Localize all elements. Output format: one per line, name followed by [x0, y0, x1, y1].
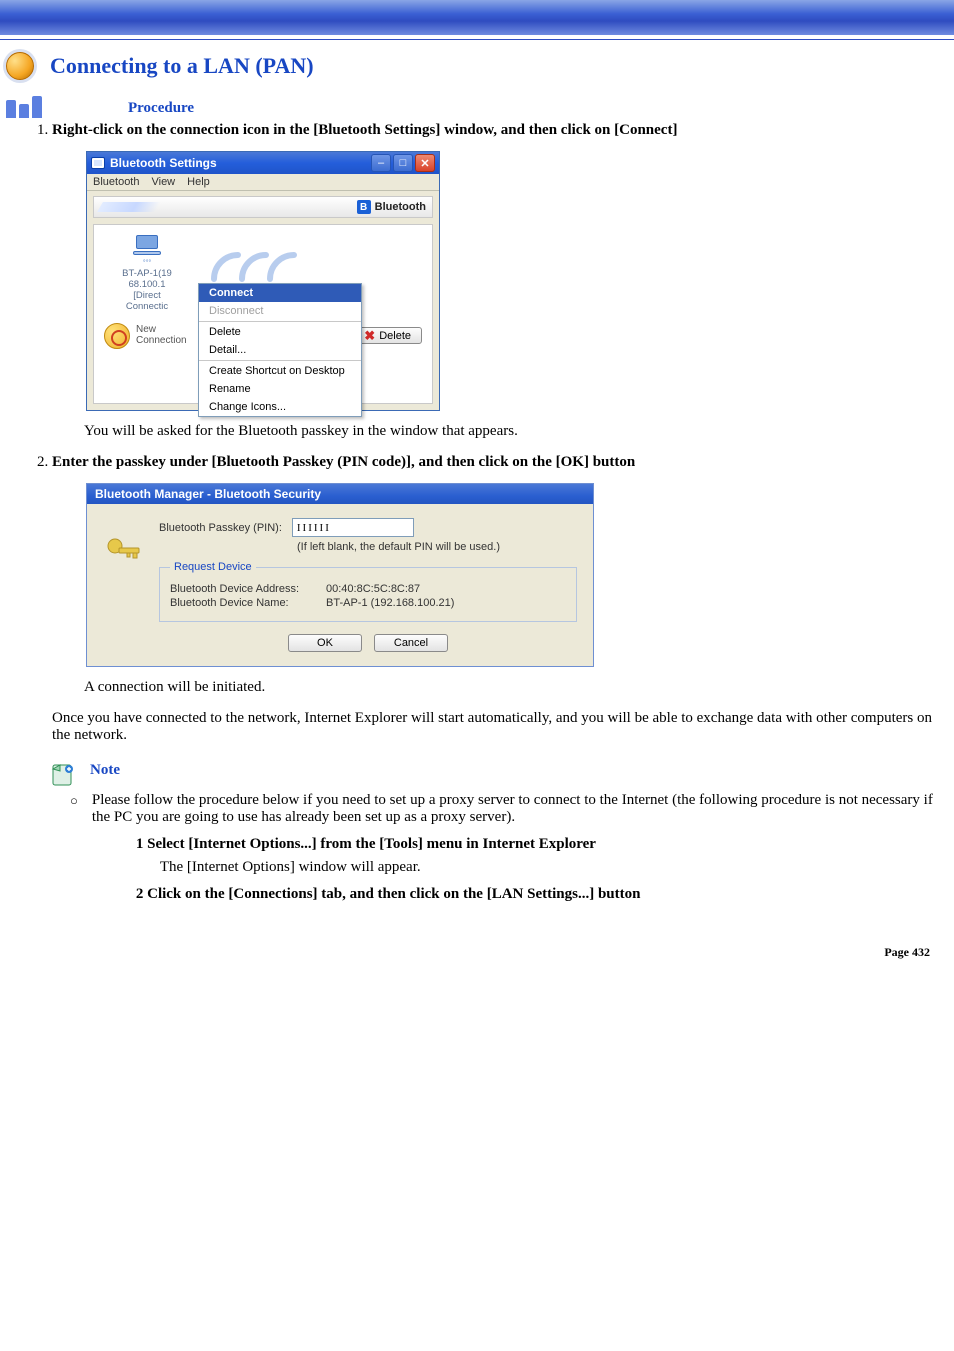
- ctx-change-icons[interactable]: Change Icons...: [199, 398, 361, 416]
- step-1-after-text: You will be asked for the Bluetooth pass…: [84, 423, 954, 440]
- ctx-disconnect: Disconnect: [199, 302, 361, 320]
- new-connection-icon: [104, 323, 130, 349]
- ctx-delete[interactable]: Delete: [199, 323, 361, 341]
- divider: [0, 39, 954, 40]
- request-device-legend: Request Device: [170, 561, 256, 573]
- step-2-after-text: A connection will be initiated.: [84, 679, 954, 696]
- request-device-group: Request Device Bluetooth Device Address:…: [159, 561, 577, 622]
- pin-label: Bluetooth Passkey (PIN):: [159, 522, 282, 534]
- key-icon: [103, 532, 143, 572]
- menu-bluetooth[interactable]: Bluetooth: [93, 176, 139, 188]
- device-area: ◦◦◦ BT-AP-1(19 68.100.1 [Direct Connecti…: [93, 224, 433, 404]
- ok-button[interactable]: OK: [288, 634, 362, 652]
- delete-x-icon: ✖: [364, 329, 375, 342]
- step-1-head: Right-click on the connection icon in th…: [52, 122, 954, 139]
- dialog-title: Bluetooth Manager - Bluetooth Security: [87, 484, 593, 504]
- note-icon: [50, 762, 76, 788]
- new-connection-button[interactable]: NewConnection: [104, 323, 187, 349]
- ctx-rename[interactable]: Rename: [199, 380, 361, 398]
- note-substep-1-desc: The [Internet Options] window will appea…: [160, 859, 954, 876]
- toolbar-strip: B Bluetooth: [93, 196, 433, 218]
- menu-view[interactable]: View: [151, 176, 175, 188]
- pin-input[interactable]: [292, 518, 414, 537]
- bluetooth-settings-window: Bluetooth Settings – □ ✕ Bluetooth View …: [86, 151, 440, 411]
- ctx-connect[interactable]: Connect: [199, 284, 361, 302]
- page-title: Connecting to a LAN (PAN): [50, 53, 314, 79]
- radio-waves-icon: [206, 239, 306, 285]
- device-item[interactable]: ◦◦◦ BT-AP-1(19 68.100.1 [Direct Connecti…: [104, 235, 190, 313]
- section-bullet-icon: [6, 52, 34, 80]
- note-substep-2-head: 2 Click on the [Connections] tab, and th…: [136, 886, 954, 903]
- minimize-button[interactable]: –: [371, 154, 391, 172]
- note-bullet-text: Please follow the procedure below if you…: [92, 792, 954, 826]
- ctx-create-shortcut[interactable]: Create Shortcut on Desktop: [199, 362, 361, 380]
- page-number: Page 432: [0, 909, 954, 960]
- note-heading: Note: [90, 762, 120, 779]
- body-paragraph: Once you have connected to the network, …: [52, 710, 954, 744]
- context-menu: Connect Disconnect Delete Detail... Crea…: [198, 283, 362, 417]
- menu-help[interactable]: Help: [187, 176, 210, 188]
- maximize-button[interactable]: □: [393, 154, 413, 172]
- bluetooth-logo-icon: B: [357, 200, 371, 214]
- procedure-heading: Procedure: [72, 100, 194, 117]
- delete-button[interactable]: ✖ Delete: [353, 327, 422, 344]
- ctx-detail[interactable]: Detail...: [199, 341, 361, 359]
- window-title: Bluetooth Settings: [110, 156, 217, 170]
- bluetooth-brand-label: Bluetooth: [375, 201, 426, 213]
- title-bar: Bluetooth Settings – □ ✕: [87, 152, 439, 174]
- addr-value: 00:40:8C:5C:8C:87: [326, 583, 420, 595]
- name-value: BT-AP-1 (192.168.100.21): [326, 597, 454, 609]
- procedure-icon: [6, 98, 56, 118]
- decorative-perspective-icon: [97, 202, 161, 212]
- note-bullet-marker: ○: [70, 792, 78, 810]
- step-2-head: Enter the passkey under [Bluetooth Passk…: [52, 454, 954, 471]
- menu-bar: Bluetooth View Help: [87, 174, 439, 191]
- top-banner: [0, 0, 954, 35]
- network-device-icon: ◦◦◦: [134, 235, 160, 265]
- note-substep-1-head: 1 Select [Internet Options...] from the …: [136, 836, 954, 853]
- name-key: Bluetooth Device Name:: [170, 597, 316, 609]
- cancel-button[interactable]: Cancel: [374, 634, 448, 652]
- bluetooth-security-dialog: Bluetooth Manager - Bluetooth Security B…: [86, 483, 594, 667]
- addr-key: Bluetooth Device Address:: [170, 583, 316, 595]
- window-app-icon: [91, 157, 105, 169]
- close-button[interactable]: ✕: [415, 154, 435, 172]
- pin-hint: (If left blank, the default PIN will be …: [297, 541, 577, 553]
- device-label: BT-AP-1(19 68.100.1 [Direct Connectic: [122, 269, 172, 313]
